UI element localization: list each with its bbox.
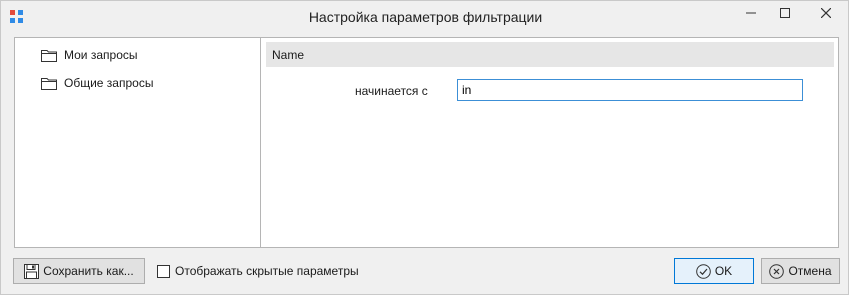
ok-button[interactable]: OK [674,258,754,284]
show-hidden-params-label: Отображать скрытые параметры [175,264,359,278]
filter-settings-dialog: Настройка параметров фильтрации Мои запр… [0,0,849,295]
checkbox-box[interactable] [157,264,170,278]
tree-item-shared-queries[interactable]: Общие запросы [41,74,153,92]
folder-icon [41,77,57,90]
query-tree: Мои запросы Общие запросы [15,38,261,247]
cancel-label: Отмена [788,264,832,278]
tree-item-label: Мои запросы [64,48,138,62]
tree-item-label: Общие запросы [64,76,154,90]
maximize-button[interactable] [770,1,800,25]
minimize-button[interactable] [736,1,766,25]
folder-icon [41,49,57,62]
save-as-button[interactable]: Сохранить как... [13,258,145,284]
cancel-button[interactable]: Отмена [761,258,840,284]
ok-label: OK [714,264,733,278]
condition-label: начинается с [355,84,428,98]
minimize-icon [746,12,756,14]
save-as-label: Сохранить как... [43,264,134,278]
window-title: Настройка параметров фильтрации [308,9,543,25]
check-circle-icon [696,263,711,279]
filter-panel: Name начинается с [262,38,838,247]
maximize-icon [780,8,790,18]
close-icon [821,8,831,18]
content-frame: Мои запросы Общие запросы Name начинаетс… [14,37,839,248]
cancel-circle-icon [769,263,785,279]
title-bar: Настройка параметров фильтрации [1,1,848,33]
filter-section-header: Name [266,42,834,67]
save-icon [24,263,40,279]
filter-value-input[interactable] [457,79,803,101]
tree-item-my-queries[interactable]: Мои запросы [41,46,138,64]
show-hidden-params-checkbox[interactable]: Отображать скрытые параметры [157,263,359,279]
close-button[interactable] [804,1,848,25]
